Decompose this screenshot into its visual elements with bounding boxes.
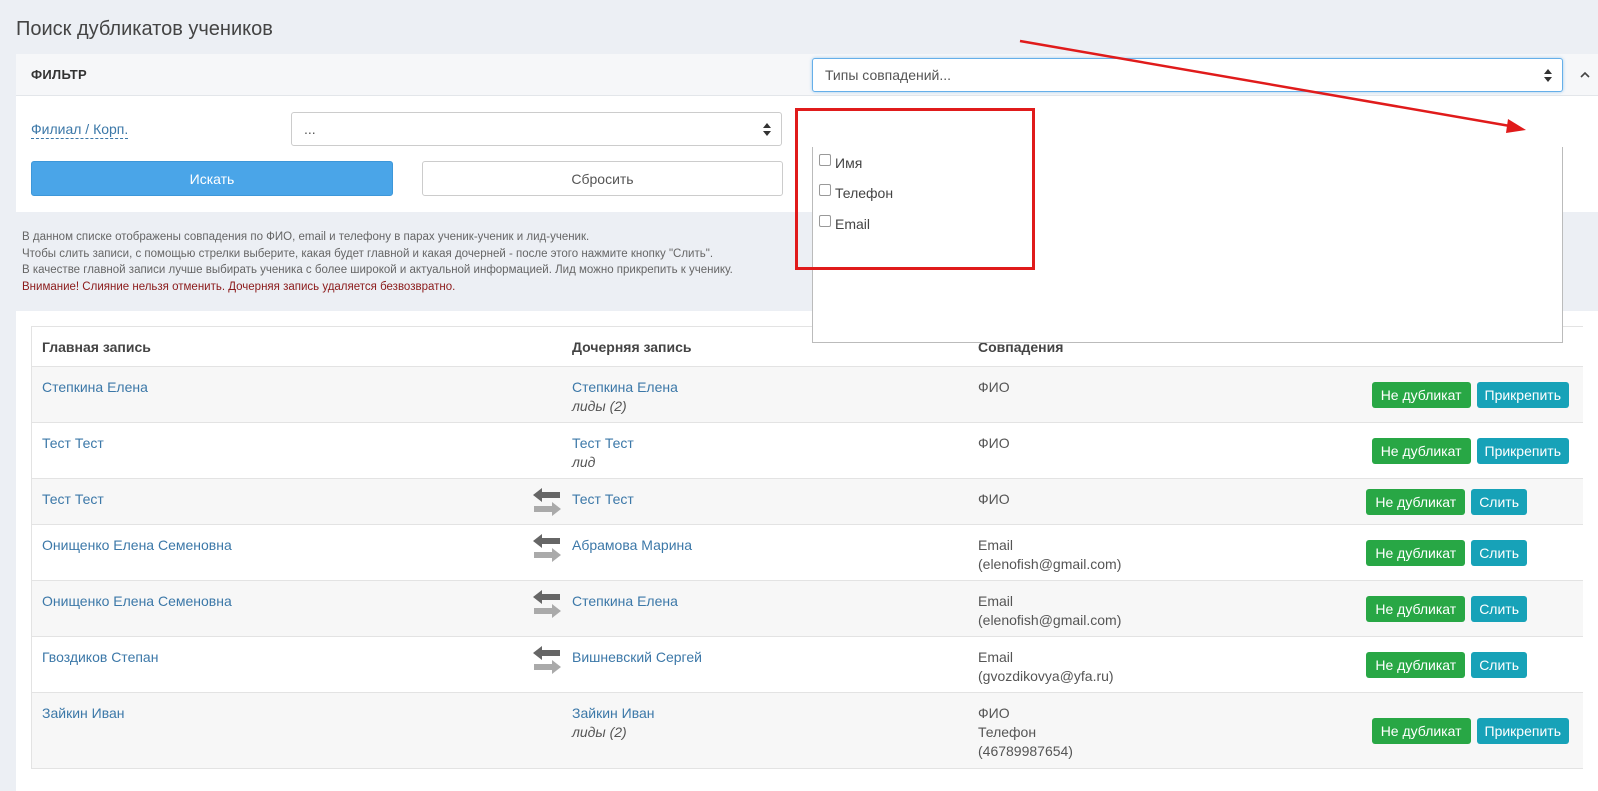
child-record-sub: лиды (2)	[572, 398, 627, 414]
main-record-link[interactable]: Онищенко Елена Семеновна	[42, 536, 232, 555]
merge-button[interactable]: Слить	[1471, 540, 1527, 566]
match-info: Email (elenofish@gmail.com)	[978, 536, 1121, 574]
branch-label[interactable]: Филиал / Корп.	[31, 121, 129, 139]
sort-icon	[763, 123, 771, 136]
header-child: Дочерняя запись	[572, 339, 692, 355]
match-info: ФИО Телефон (46789987654)	[978, 704, 1073, 761]
not-duplicate-button[interactable]: Не дубликат	[1371, 382, 1471, 408]
child-record-link[interactable]: Степкина Елена	[572, 592, 678, 611]
table-row: Тест Тест Тест Тест ФИО Не дубликат Слит…	[32, 479, 1583, 525]
match-value: (gvozdikovya@yfa.ru)	[978, 668, 1114, 684]
not-duplicate-button[interactable]: Не дубликат	[1366, 489, 1466, 515]
main-record-link[interactable]: Тест Тест	[42, 490, 104, 509]
filter-title: ФИЛЬТР	[31, 67, 88, 82]
child-record-sub: лид	[572, 454, 596, 470]
chevron-up-icon[interactable]	[1578, 68, 1592, 82]
match-type: Email	[978, 593, 1014, 609]
match-type-select[interactable]: Типы совпадений...	[812, 58, 1563, 92]
table-row: Тест Тест Тест Тест лид ФИО Не дубликат …	[32, 423, 1583, 479]
merge-button[interactable]: Слить	[1471, 596, 1527, 622]
not-duplicate-button[interactable]: Не дубликат	[1366, 540, 1466, 566]
duplicates-table: Главная запись Дочерняя запись Совпадени…	[31, 326, 1583, 769]
row-actions: Не дубликат Слить	[1366, 652, 1527, 678]
table-row: Онищенко Елена Семеновна Абрамова Марина…	[32, 525, 1583, 581]
row-actions: Не дубликат Слить	[1366, 596, 1527, 622]
row-actions: Не дубликат Прикрепить	[1371, 438, 1569, 464]
row-actions: Не дубликат Прикрепить	[1371, 718, 1569, 744]
main-record-link[interactable]: Онищенко Елена Семеновна	[42, 592, 232, 611]
match-type-2: Телефон	[978, 724, 1037, 740]
main-record-link[interactable]: Зайкин Иван	[42, 704, 125, 723]
match-info: Email (elenofish@gmail.com)	[978, 592, 1121, 630]
row-actions: Не дубликат Слить	[1366, 540, 1527, 566]
table-row: Зайкин Иван Зайкин Иван лиды (2) ФИО Тел…	[32, 693, 1583, 769]
swap-arrows-icon[interactable]	[532, 533, 562, 568]
child-record-link[interactable]: Вишневский Сергей	[572, 648, 702, 667]
table-panel: Главная запись Дочерняя запись Совпадени…	[16, 311, 1598, 791]
child-record-sub: лиды (2)	[572, 724, 627, 740]
not-duplicate-button[interactable]: Не дубликат	[1366, 596, 1466, 622]
sort-icon	[1544, 69, 1552, 82]
child-record-link[interactable]: Тест Тест	[572, 435, 634, 451]
table-row: Гвоздиков Степан Вишневский Сергей Email…	[32, 637, 1583, 693]
child-record-link[interactable]: Тест Тест	[572, 490, 634, 509]
match-type-placeholder: Типы совпадений...	[825, 67, 952, 83]
attach-button[interactable]: Прикрепить	[1476, 438, 1569, 464]
merge-button[interactable]: Слить	[1471, 489, 1527, 515]
annotation-highlight-box	[795, 108, 1035, 270]
attach-button[interactable]: Прикрепить	[1476, 718, 1569, 744]
match-type: ФИО	[978, 705, 1010, 721]
match-info: ФИО	[978, 379, 1010, 395]
table-row: Степкина Елена Степкина Елена лиды (2) Ф…	[32, 367, 1583, 423]
row-actions: Не дубликат Слить	[1366, 489, 1527, 515]
child-record-link[interactable]: Степкина Елена	[572, 379, 678, 395]
match-info: ФИО	[978, 491, 1010, 507]
child-record: Зайкин Иван лиды (2)	[572, 704, 655, 742]
swap-arrows-icon[interactable]	[532, 645, 562, 680]
match-value: (elenofish@gmail.com)	[978, 556, 1122, 572]
main-record-link[interactable]: Тест Тест	[42, 434, 104, 453]
info-warning: Внимание! Слияние нельзя отменить. Дочер…	[22, 280, 456, 293]
info-text: В данном списке отображены совпадения по…	[22, 229, 733, 295]
match-value: (elenofish@gmail.com)	[978, 612, 1122, 628]
search-button[interactable]: Искать	[31, 161, 393, 196]
child-record-link[interactable]: Абрамова Марина	[572, 536, 692, 555]
swap-arrows-icon[interactable]	[532, 589, 562, 624]
main-record-link[interactable]: Гвоздиков Степан	[42, 648, 158, 667]
reset-button[interactable]: Сбросить	[422, 161, 783, 196]
header-main: Главная запись	[42, 339, 151, 355]
info-line-2: Чтобы слить записи, с помощью стрелки вы…	[22, 247, 714, 260]
table-row: Онищенко Елена Семеновна Степкина Елена …	[32, 581, 1583, 637]
info-line-1: В данном списке отображены совпадения по…	[22, 231, 590, 243]
match-info: Email (gvozdikovya@yfa.ru)	[978, 648, 1114, 686]
merge-button[interactable]: Слить	[1471, 652, 1527, 678]
child-record-link[interactable]: Зайкин Иван	[572, 705, 655, 721]
child-record: Степкина Елена лиды (2)	[572, 378, 678, 416]
page-title: Поиск дубликатов учеников	[16, 18, 273, 40]
branch-select[interactable]: ...	[291, 112, 782, 146]
not-duplicate-button[interactable]: Не дубликат	[1371, 718, 1471, 744]
not-duplicate-button[interactable]: Не дубликат	[1371, 438, 1471, 464]
swap-arrows-icon[interactable]	[532, 487, 562, 522]
child-record: Тест Тест лид	[572, 434, 634, 472]
branch-select-value: ...	[304, 121, 316, 137]
match-type: Email	[978, 649, 1014, 665]
match-type: Email	[978, 537, 1014, 553]
not-duplicate-button[interactable]: Не дубликат	[1366, 652, 1466, 678]
attach-button[interactable]: Прикрепить	[1476, 382, 1569, 408]
info-line-3: В качестве главной записи лучше выбирать…	[22, 264, 733, 276]
match-info: ФИО	[978, 435, 1010, 451]
row-actions: Не дубликат Прикрепить	[1371, 382, 1569, 408]
main-record-link[interactable]: Степкина Елена	[42, 378, 148, 397]
match-value: (46789987654)	[978, 743, 1073, 759]
